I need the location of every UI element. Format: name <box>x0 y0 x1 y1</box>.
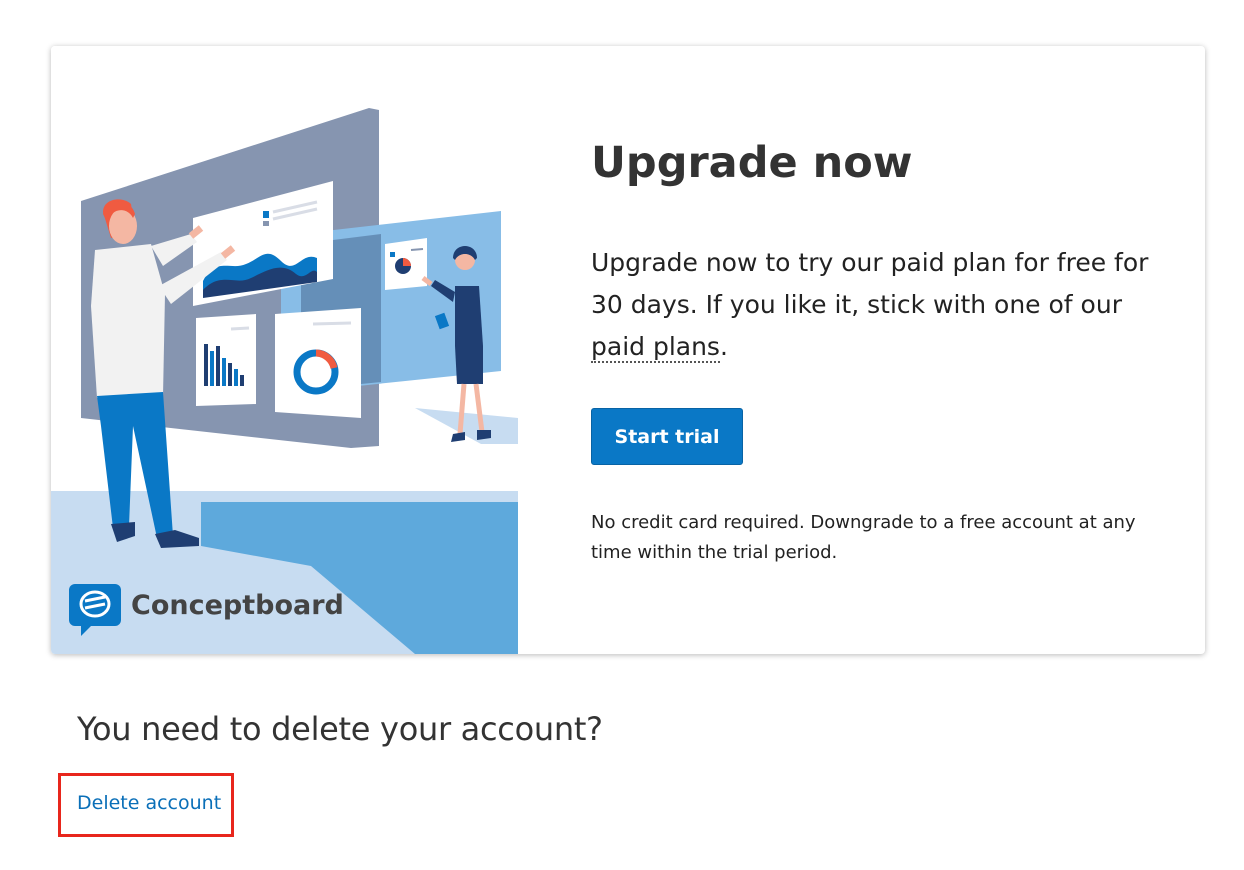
upgrade-title: Upgrade now <box>591 138 913 188</box>
upgrade-card: Conceptboard Upgrade now Upgrade now to … <box>51 46 1205 654</box>
trial-note: No credit card required. Downgrade to a … <box>591 512 1136 563</box>
description-end: . <box>719 332 728 361</box>
upgrade-illustration: Conceptboard <box>51 46 518 654</box>
upgrade-description: Upgrade now to try our paid plan for fre… <box>591 242 1151 368</box>
delete-account-link[interactable]: Delete account <box>77 792 221 814</box>
start-trial-button[interactable]: Start trial <box>591 408 743 465</box>
illustration-graphic: Conceptboard <box>51 108 518 654</box>
paid-plans-link[interactable]: paid plans <box>591 332 720 363</box>
description-text: Upgrade now to try our paid plan for fre… <box>591 248 1149 319</box>
brand-name: Conceptboard <box>131 590 344 621</box>
delete-account-heading: You need to delete your account? <box>77 710 603 748</box>
